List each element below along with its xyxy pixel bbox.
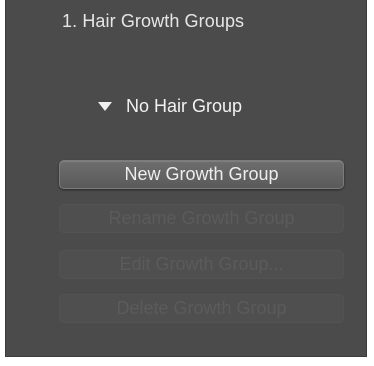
- hair-group-dropdown[interactable]: No Hair Group: [98, 95, 242, 117]
- hair-group-selected-label: No Hair Group: [126, 95, 243, 116]
- panel-title: 1. Hair Growth Groups: [62, 11, 245, 31]
- rename-growth-group-button[interactable]: Rename Growth Group: [59, 204, 344, 233]
- hair-growth-groups-panel: 1. Hair Growth Groups No Hair Group New …: [5, 0, 367, 357]
- edit-growth-group-button[interactable]: Edit Growth Group...: [59, 250, 344, 279]
- new-growth-group-button[interactable]: New Growth Group: [59, 160, 344, 189]
- delete-growth-group-button[interactable]: Delete Growth Group: [59, 294, 344, 323]
- triangle-down-icon: [98, 102, 112, 111]
